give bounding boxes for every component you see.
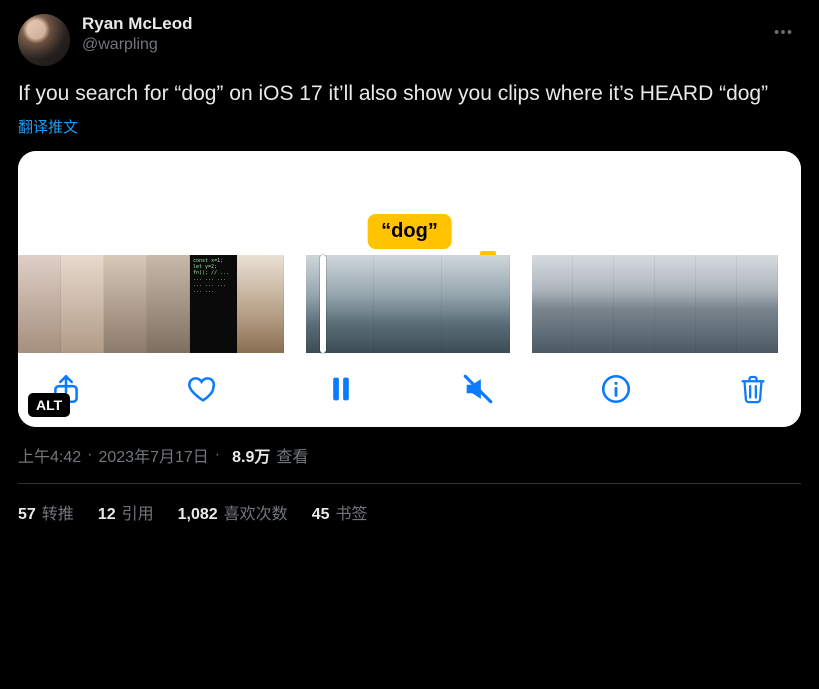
views-label: 查看 bbox=[276, 443, 308, 467]
like-button[interactable] bbox=[181, 367, 225, 411]
info-button[interactable] bbox=[594, 367, 638, 411]
tweet-date: 2023年7月17日 bbox=[98, 443, 208, 467]
mute-button[interactable] bbox=[456, 367, 500, 411]
tweet: Ryan McLeod @warpling If you search for … bbox=[0, 0, 819, 524]
quotes-count: 12 bbox=[98, 506, 116, 524]
video-timeline[interactable]: const x=1; let y=2; fn(); // ... ... ...… bbox=[18, 255, 801, 353]
thumbnail bbox=[655, 255, 696, 353]
alt-badge[interactable]: ALT bbox=[28, 393, 70, 417]
thumbnail bbox=[306, 255, 374, 353]
likes-stat[interactable]: 1,082 喜欢次数 bbox=[178, 500, 288, 524]
bookmarks-stat[interactable]: 45 书签 bbox=[312, 500, 368, 524]
views-count: 8.9万 bbox=[232, 443, 270, 467]
engagement-bar: 57 转推 12 引用 1,082 喜欢次数 45 书签 bbox=[18, 484, 801, 524]
translate-link[interactable]: 翻译推文 bbox=[18, 116, 801, 137]
thumbnail bbox=[374, 255, 442, 353]
thumbnail: const x=1; let y=2; fn(); // ... ... ...… bbox=[190, 255, 237, 353]
bookmarks-label: 书签 bbox=[335, 500, 367, 524]
thumbnail bbox=[573, 255, 614, 353]
bookmarks-count: 45 bbox=[312, 506, 330, 524]
thumbnail bbox=[18, 255, 61, 353]
meta-sep: · bbox=[215, 446, 220, 464]
clip-group[interactable] bbox=[306, 255, 510, 353]
more-button[interactable] bbox=[765, 14, 801, 50]
search-match-tooltip: “dog” bbox=[367, 214, 452, 249]
meta-sep: · bbox=[87, 446, 92, 464]
thumbnail bbox=[532, 255, 573, 353]
delete-button[interactable] bbox=[731, 367, 775, 411]
retweets-count: 57 bbox=[18, 506, 36, 524]
pause-icon bbox=[324, 372, 358, 406]
retweets-label: 转推 bbox=[42, 500, 74, 524]
thumbnail bbox=[442, 255, 510, 353]
info-icon bbox=[599, 372, 633, 406]
thumbnail bbox=[104, 255, 147, 353]
tweet-header: Ryan McLeod @warpling bbox=[18, 14, 801, 66]
thumbnail bbox=[61, 255, 104, 353]
media-attachment[interactable]: “dog” const x=1; let y=2; fn(); // ... .… bbox=[18, 151, 801, 427]
media-top-area: “dog” bbox=[18, 151, 801, 255]
media-toolbar bbox=[18, 353, 801, 427]
thumbnail bbox=[237, 255, 284, 353]
quotes-label: 引用 bbox=[122, 500, 154, 524]
speaker-mute-icon bbox=[461, 372, 495, 406]
tweet-meta[interactable]: 上午4:42 · 2023年7月17日 · 8.9万 查看 bbox=[18, 443, 801, 467]
thumbnail bbox=[737, 255, 778, 353]
thumbnail bbox=[696, 255, 737, 353]
pause-button[interactable] bbox=[319, 367, 363, 411]
trash-icon bbox=[736, 372, 770, 406]
likes-count: 1,082 bbox=[178, 506, 218, 524]
clip-group[interactable] bbox=[532, 255, 778, 353]
tweet-text: If you search for “dog” on iOS 17 it’ll … bbox=[18, 80, 801, 108]
thumbnail bbox=[614, 255, 655, 353]
playhead[interactable] bbox=[320, 255, 326, 353]
display-name: Ryan McLeod bbox=[82, 14, 765, 34]
more-icon bbox=[772, 21, 794, 43]
clip-group[interactable]: const x=1; let y=2; fn(); // ... ... ...… bbox=[18, 255, 284, 353]
heart-icon bbox=[186, 372, 220, 406]
retweets-stat[interactable]: 57 转推 bbox=[18, 500, 74, 524]
thumbnail bbox=[147, 255, 190, 353]
quotes-stat[interactable]: 12 引用 bbox=[98, 500, 154, 524]
avatar[interactable] bbox=[18, 14, 70, 66]
likes-label: 喜欢次数 bbox=[224, 500, 288, 524]
author-block[interactable]: Ryan McLeod @warpling bbox=[82, 14, 765, 54]
tweet-time: 上午4:42 bbox=[18, 443, 81, 467]
handle: @warpling bbox=[82, 36, 765, 54]
